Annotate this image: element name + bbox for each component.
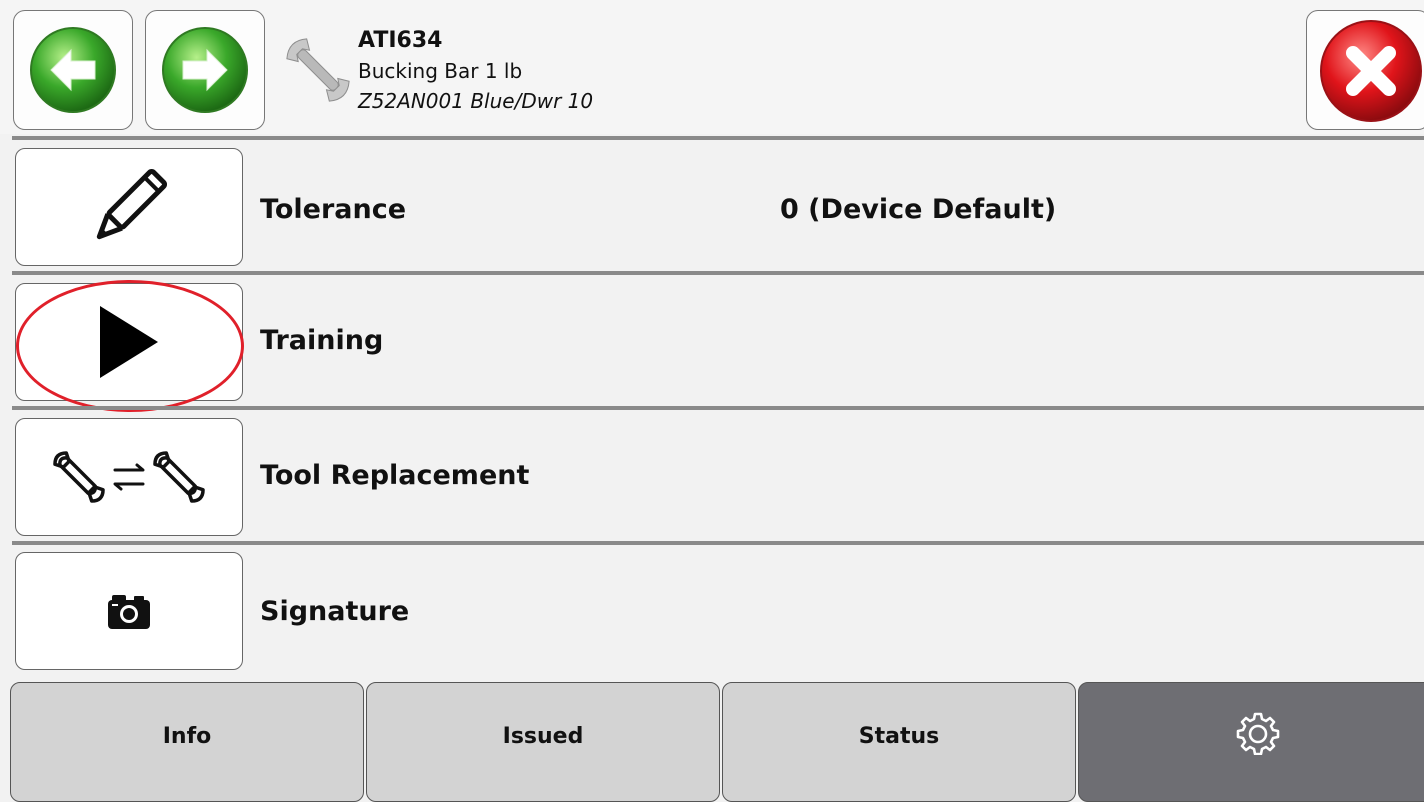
right-arrow-green-icon (162, 27, 248, 113)
row-signature: Signature (0, 548, 1424, 678)
tool-replacement-label: Tool Replacement (260, 460, 530, 491)
gear-icon (1236, 712, 1280, 756)
header: ATI634 Bucking Bar 1 lb Z52AN001 Blue/Dw… (0, 0, 1424, 134)
back-button[interactable] (13, 10, 133, 130)
close-button[interactable] (1306, 10, 1424, 130)
left-arrow-green-icon (30, 27, 116, 113)
tab-info[interactable]: Info (10, 682, 364, 802)
wrench-icon (286, 38, 350, 102)
tab-status-label: Status (858, 723, 940, 749)
play-training-button[interactable] (15, 283, 243, 401)
tab-settings[interactable] (1078, 682, 1424, 802)
divider (12, 271, 1424, 275)
tolerance-value: 0 (Device Default) (780, 194, 1057, 225)
divider (12, 541, 1424, 545)
tab-status[interactable]: Status (722, 682, 1076, 802)
tab-issued[interactable]: Issued (366, 682, 720, 802)
row-tool-replacement: Tool Replacement (0, 414, 1424, 544)
signature-button[interactable] (15, 552, 243, 670)
tab-info-label: Info (162, 723, 212, 749)
signature-label: Signature (260, 596, 410, 627)
tool-replacement-button[interactable] (15, 418, 243, 536)
tool-id: ATI634 (358, 28, 443, 53)
row-tolerance: Tolerance 0 (Device Default) (0, 144, 1424, 274)
divider (12, 406, 1424, 410)
tool-location: Z52AN001 Blue/Dwr 10 (358, 89, 594, 113)
tool-info: ATI634 Bucking Bar 1 lb Z52AN001 Blue/Dw… (358, 26, 593, 116)
wrench-swap-icon (53, 451, 205, 503)
tolerance-label: Tolerance (260, 194, 407, 225)
training-label: Training (260, 325, 384, 356)
play-icon (100, 306, 158, 378)
divider (12, 136, 1424, 140)
tool-name: Bucking Bar 1 lb (358, 59, 523, 83)
close-red-x-icon (1320, 20, 1422, 122)
camera-icon (108, 595, 150, 629)
tab-bar: Info Issued Status (0, 680, 1424, 802)
tab-issued-label: Issued (502, 723, 584, 749)
edit-tolerance-button[interactable] (15, 148, 243, 266)
pencil-icon (96, 168, 168, 240)
row-training: Training (0, 279, 1424, 409)
forward-button[interactable] (145, 10, 265, 130)
